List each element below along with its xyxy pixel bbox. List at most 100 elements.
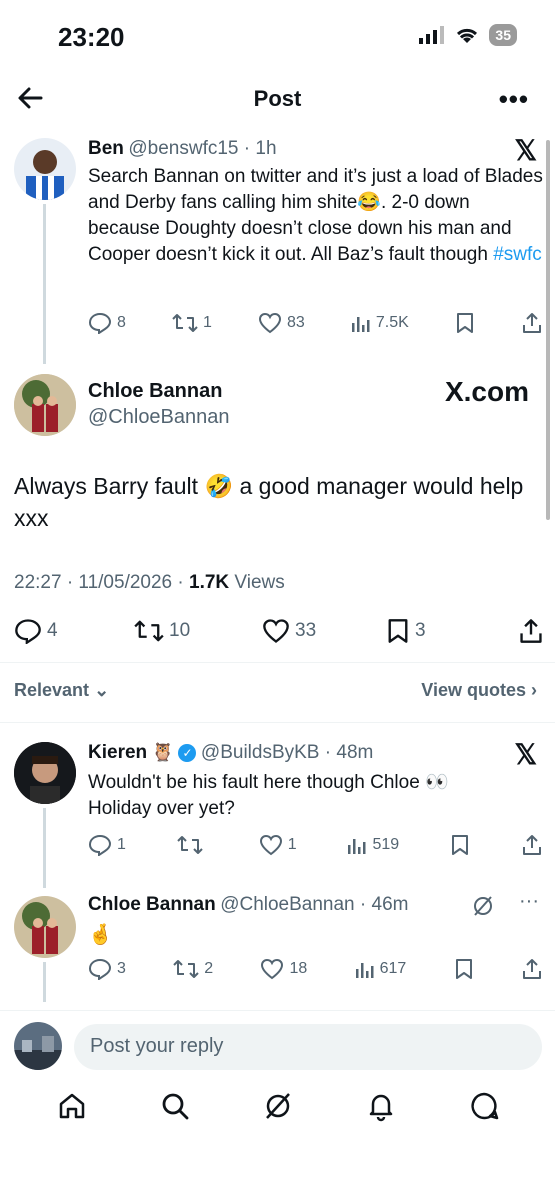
bookmark-button[interactable]: 3 (386, 618, 506, 644)
views-count: 617 (379, 960, 407, 977)
post-time: 48m (336, 742, 374, 763)
reply-button[interactable]: 3 (88, 958, 126, 980)
post-time: 46m (371, 894, 409, 915)
bookmark-button[interactable] (455, 312, 475, 334)
bottom-navigation (0, 1090, 555, 1127)
reply-button[interactable]: 8 (88, 312, 126, 334)
current-user-avatar[interactable] (14, 1022, 62, 1070)
like-button[interactable]: 1 (259, 834, 297, 856)
status-time: 23:20 (58, 22, 125, 52)
more-options-button[interactable]: ••• (499, 84, 529, 115)
repost-button[interactable]: 2 (173, 958, 213, 980)
wifi-icon (457, 28, 478, 43)
repost-button[interactable]: 1 (172, 312, 212, 334)
bookmark-icon (455, 959, 472, 979)
repost-icon (177, 836, 203, 854)
home-tab[interactable] (56, 1090, 88, 1127)
share-button[interactable] (518, 618, 544, 644)
post-meta: 22:27 · 11/05/2026 · 1.7K Views (14, 572, 285, 594)
like-count: 1 (287, 836, 297, 853)
grok-tab[interactable] (262, 1090, 294, 1127)
repost-icon (173, 960, 199, 978)
reply-input[interactable]: Post your reply (74, 1024, 542, 1070)
reply-count: 3 (117, 960, 126, 977)
avatar-chloe[interactable] (14, 374, 76, 436)
main-post-text: Always Barry fault 🤣 a good manager woul… (14, 473, 524, 531)
author-handle[interactable]: @benswfc15 (128, 138, 238, 159)
scrollbar[interactable] (546, 140, 550, 520)
author-name[interactable]: Kieren (88, 742, 147, 763)
reply-button[interactable]: 1 (88, 834, 126, 856)
signal-icon (419, 26, 445, 44)
search-tab[interactable] (159, 1090, 191, 1127)
views-button[interactable]: 617 (355, 959, 407, 979)
views-button[interactable]: 7.5K (351, 313, 409, 333)
like-button[interactable]: 83 (258, 312, 305, 334)
avatar-ben[interactable] (14, 138, 76, 200)
repost-button[interactable] (177, 834, 208, 856)
sort-dropdown[interactable]: Relevant ⌄ (14, 680, 109, 701)
share-button[interactable] (521, 958, 543, 980)
post-timestamp: 22:27 · 11/05/2026 · (14, 572, 189, 593)
author-name[interactable]: Chloe Bannan (88, 380, 222, 403)
page-title: Post (253, 86, 302, 111)
like-button[interactable]: 18 (260, 958, 307, 980)
reply-button[interactable]: 4 (14, 618, 134, 644)
repost-count: 2 (204, 960, 214, 977)
share-icon (523, 313, 541, 333)
bookmark-button[interactable] (454, 958, 474, 980)
author-name[interactable]: Ben (88, 138, 124, 159)
bookmark-count: 3 (415, 620, 426, 641)
hashtag-link[interactable]: #swfc (493, 244, 542, 265)
chevron-down-icon: ⌄ (94, 680, 110, 700)
reply-placeholder: Post your reply (90, 1035, 224, 1057)
tweet-header-chloe: Chloe Bannan @ChloeBannan · 46m (88, 894, 409, 915)
share-button[interactable] (521, 834, 543, 856)
x-com-label: X.com (444, 376, 529, 407)
grok-icon[interactable] (471, 894, 495, 923)
author-name[interactable]: Chloe Bannan (88, 894, 216, 915)
repost-button[interactable]: 10 (134, 618, 262, 644)
author-handle[interactable]: @ChloeBannan (220, 894, 354, 915)
notifications-tab[interactable] (365, 1090, 397, 1127)
chevron-right-icon: › (531, 680, 537, 700)
share-button[interactable] (521, 312, 543, 334)
heart-icon (261, 958, 284, 980)
sort-label: Relevant (14, 680, 90, 700)
post-time: 1h (255, 138, 277, 159)
reply-icon (15, 619, 41, 644)
battery-indicator: 35 (489, 24, 517, 46)
tweet-body: Search Bannan on twitter and it’s just a… (88, 166, 543, 265)
messages-tab[interactable] (468, 1090, 500, 1127)
repost-icon (134, 620, 164, 642)
reply-icon (88, 312, 112, 334)
avatar-kieren[interactable] (14, 742, 76, 804)
verified-badge-icon: ✓ (178, 744, 197, 762)
reply-count: 4 (47, 620, 58, 641)
bookmark-icon (456, 313, 473, 333)
grok-icon (265, 1093, 290, 1119)
share-icon (522, 959, 541, 979)
reply-icon (88, 958, 112, 980)
x-com-brand: X.com (445, 376, 529, 408)
avatar-chloe-reply[interactable] (14, 896, 76, 958)
repost-count: 10 (169, 620, 191, 641)
bookmark-icon (388, 619, 408, 643)
bookmark-button[interactable] (450, 834, 470, 856)
author-handle[interactable]: @BuildsByKB (201, 742, 320, 763)
x-logo-icon: 𝕏 (514, 739, 537, 770)
repost-icon (172, 314, 198, 332)
tweet-header-kieren: Kieren 🦉 ✓ @BuildsByKB · 48m (88, 742, 374, 763)
like-button[interactable]: 33 (262, 618, 386, 644)
views-count: 7.5K (375, 314, 409, 331)
like-count: 33 (295, 620, 317, 641)
more-options-button[interactable]: ··· (519, 890, 539, 913)
analytics-icon (348, 839, 366, 854)
reply-actions: 3 2 18 617 (88, 958, 543, 980)
author-handle[interactable]: @ChloeBannan (88, 406, 230, 429)
view-quotes-link[interactable]: View quotes › (421, 680, 537, 701)
bookmark-icon (452, 835, 469, 855)
reply-text: 🤞 (88, 924, 113, 946)
views-button[interactable]: 519 (347, 835, 399, 855)
reply-icon (88, 834, 112, 856)
